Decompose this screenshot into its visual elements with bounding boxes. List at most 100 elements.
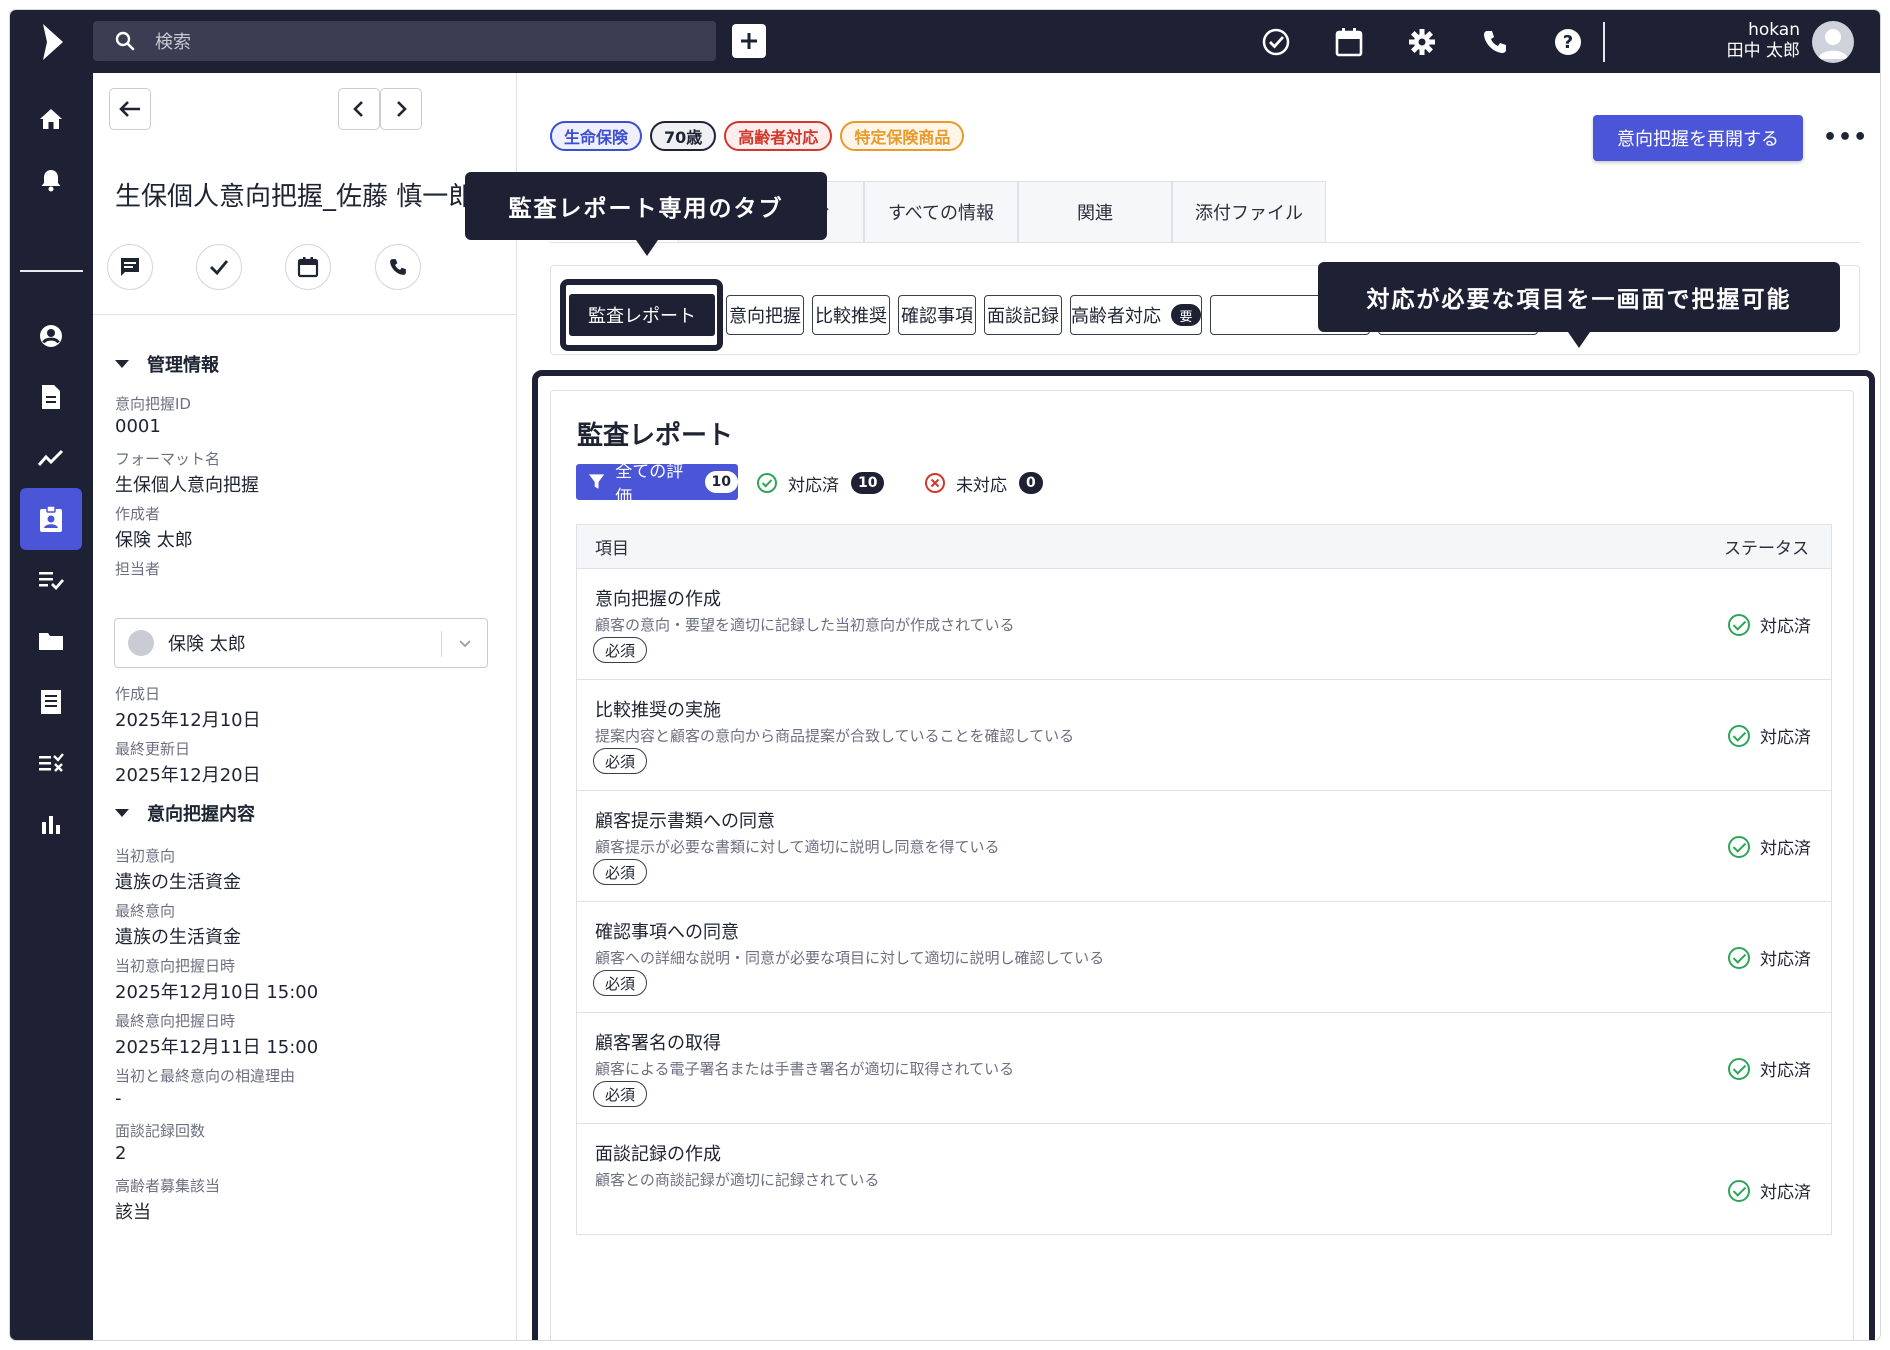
phone-icon[interactable] bbox=[1479, 26, 1511, 58]
nav-receipt-icon[interactable] bbox=[20, 671, 82, 733]
row-description: 顧客提示が必要な書類に対して適切に説明し同意を得ている bbox=[595, 838, 1000, 856]
filter-all-count: 10 bbox=[704, 471, 738, 493]
search-input[interactable]: 検索 bbox=[93, 21, 716, 61]
filter-done-count: 10 bbox=[851, 472, 885, 494]
field-updated-value: 2025年12月20日 bbox=[115, 765, 261, 786]
table-row[interactable]: 比較推奨の実施 提案内容と顧客の意向から商品提案が合致していることを確認している… bbox=[576, 680, 1832, 791]
phone-icon bbox=[390, 259, 406, 275]
table-row[interactable]: 意向把握の作成 顧客の意向・要望を適切に記録した当初意向が作成されている 必須 … bbox=[576, 569, 1832, 680]
nav-home-icon[interactable] bbox=[20, 88, 82, 150]
nav-bell-icon[interactable] bbox=[20, 149, 82, 211]
check-circle-icon bbox=[1728, 1179, 1750, 1202]
column-item: 項目 bbox=[595, 539, 629, 559]
row-title: 意向把握の作成 bbox=[595, 589, 721, 610]
field-author-label: 作成者 bbox=[115, 505, 161, 523]
field-updated-label: 最終更新日 bbox=[115, 740, 191, 758]
message-button[interactable] bbox=[107, 244, 153, 290]
row-title: 顧客提示書類への同意 bbox=[595, 811, 775, 832]
row-title: 面談記録の作成 bbox=[595, 1144, 721, 1165]
table-row[interactable]: 顧客提示書類への同意 顧客提示が必要な書類に対して適切に説明し同意を得ている 必… bbox=[576, 791, 1832, 902]
assignee-select[interactable]: 保険 太郎 bbox=[114, 618, 488, 668]
field-diff-reason-label: 当初と最終意向の相違理由 bbox=[115, 1067, 296, 1085]
filter-all-button[interactable]: 全ての評価 10 bbox=[576, 462, 738, 507]
table-row[interactable]: 面談記録の作成 顧客との商談記録が適切に記録されている 対応済 bbox=[576, 1124, 1832, 1235]
field-elderly-value: 該当 bbox=[115, 1202, 151, 1223]
prev-record-button[interactable] bbox=[338, 88, 380, 130]
filter-todo-label: 未対応 bbox=[956, 475, 1007, 496]
user-info[interactable]: hokan 田中 太郎 bbox=[1727, 20, 1800, 62]
nav-account-icon[interactable] bbox=[20, 305, 82, 367]
call-button[interactable] bbox=[375, 244, 421, 290]
filter-todo-button[interactable]: 未対応 0 bbox=[924, 467, 1043, 499]
filter-todo-count: 0 bbox=[1019, 472, 1043, 494]
back-button[interactable] bbox=[109, 88, 151, 130]
row-description: 顧客への詳細な説明・同意が必要な項目に対して適切に説明し確認している bbox=[595, 949, 1105, 967]
nav-contact-card-icon[interactable] bbox=[20, 488, 82, 550]
check-circle-icon bbox=[1728, 946, 1750, 969]
row-status: 対応済 bbox=[1728, 612, 1811, 637]
subtab-meeting[interactable]: 面談記録 bbox=[984, 295, 1062, 335]
tab-all-info[interactable]: すべての情報 bbox=[864, 181, 1018, 242]
section-intent-toggle[interactable]: 意向把握内容 bbox=[115, 800, 255, 826]
nav-bar-chart-icon[interactable] bbox=[20, 793, 82, 855]
report-title: 監査レポート bbox=[577, 421, 734, 451]
tab-attachments[interactable]: 添付ファイル bbox=[1172, 181, 1326, 242]
field-created-label: 作成日 bbox=[115, 685, 161, 703]
check-circle-icon bbox=[1728, 724, 1750, 747]
subtab-comparison[interactable]: 比較推奨 bbox=[812, 295, 890, 335]
nav-document-icon[interactable] bbox=[20, 366, 82, 428]
row-title: 確認事項への同意 bbox=[595, 922, 739, 943]
check-circle-icon[interactable] bbox=[1260, 26, 1292, 58]
row-status: 対応済 bbox=[1728, 834, 1811, 859]
check-icon bbox=[210, 260, 229, 276]
table-header: 項目 ステータス bbox=[576, 524, 1832, 569]
more-menu-button[interactable]: ••• bbox=[1823, 125, 1868, 150]
field-initial-time-value: 2025年12月10日 15:00 bbox=[115, 982, 319, 1003]
row-status: 対応済 bbox=[1728, 1056, 1811, 1081]
table-row[interactable]: 顧客署名の取得 顧客による電子署名または手書き署名が適切に取得されている 必須 … bbox=[576, 1013, 1832, 1124]
subtab-confirmation[interactable]: 確認事項 bbox=[898, 295, 976, 335]
nav-audit-icon[interactable] bbox=[20, 732, 82, 794]
check-circle-icon bbox=[1728, 613, 1750, 636]
resume-intent-button[interactable]: 意向把握を再開する bbox=[1593, 115, 1803, 161]
row-status-label: 対応済 bbox=[1760, 1183, 1811, 1203]
row-description: 顧客の意向・要望を適切に記録した当初意向が作成されている bbox=[595, 616, 1015, 634]
task-button[interactable] bbox=[196, 244, 242, 290]
required-tag: 必須 bbox=[593, 1081, 648, 1107]
schedule-button[interactable] bbox=[285, 244, 331, 290]
required-tag: 必須 bbox=[593, 970, 648, 996]
nav-folder-icon[interactable] bbox=[20, 610, 82, 672]
row-description: 顧客との商談記録が適切に記録されている bbox=[595, 1171, 880, 1189]
subtab-intent[interactable]: 意向把握 bbox=[726, 295, 804, 335]
app-logo[interactable] bbox=[10, 10, 93, 73]
section-management-toggle[interactable]: 管理情報 bbox=[115, 351, 219, 377]
detail-divider bbox=[93, 314, 517, 315]
filter-done-label: 対応済 bbox=[788, 475, 839, 496]
subtab-elderly[interactable]: 高齢者対応要 bbox=[1070, 295, 1202, 335]
topbar-divider bbox=[1603, 22, 1605, 62]
gear-icon[interactable] bbox=[1406, 26, 1438, 58]
search-icon bbox=[115, 31, 135, 51]
check-circle-icon bbox=[1728, 1057, 1750, 1080]
tab-related[interactable]: 関連 bbox=[1018, 181, 1172, 242]
nav-trend-icon[interactable] bbox=[20, 427, 82, 489]
assignee-value: 保険 太郎 bbox=[168, 634, 246, 655]
badge-age: 70歳 bbox=[650, 121, 717, 151]
nav-checklist-icon[interactable] bbox=[20, 549, 82, 611]
field-final-intent-value: 遺族の生活資金 bbox=[115, 927, 241, 948]
field-format-label: フォーマット名 bbox=[115, 450, 221, 468]
add-button[interactable] bbox=[732, 24, 766, 58]
required-badge: 要 bbox=[1171, 304, 1201, 326]
badge-specific-product: 特定保険商品 bbox=[840, 121, 965, 151]
user-avatar[interactable] bbox=[1812, 21, 1854, 63]
row-status-label: 対応済 bbox=[1760, 950, 1811, 970]
row-status: 対応済 bbox=[1728, 723, 1811, 748]
calendar-icon[interactable] bbox=[1333, 26, 1365, 58]
row-status: 対応済 bbox=[1728, 1178, 1811, 1203]
help-icon[interactable]: ? bbox=[1552, 26, 1584, 58]
next-record-button[interactable] bbox=[380, 88, 422, 130]
row-description: 顧客による電子署名または手書き署名が適切に取得されている bbox=[595, 1060, 1015, 1078]
subtab-audit-report[interactable]: 監査レポート bbox=[569, 294, 715, 336]
filter-done-button[interactable]: 対応済 10 bbox=[756, 467, 885, 499]
table-row[interactable]: 確認事項への同意 顧客への詳細な説明・同意が必要な項目に対して適切に説明し確認し… bbox=[576, 902, 1832, 1013]
